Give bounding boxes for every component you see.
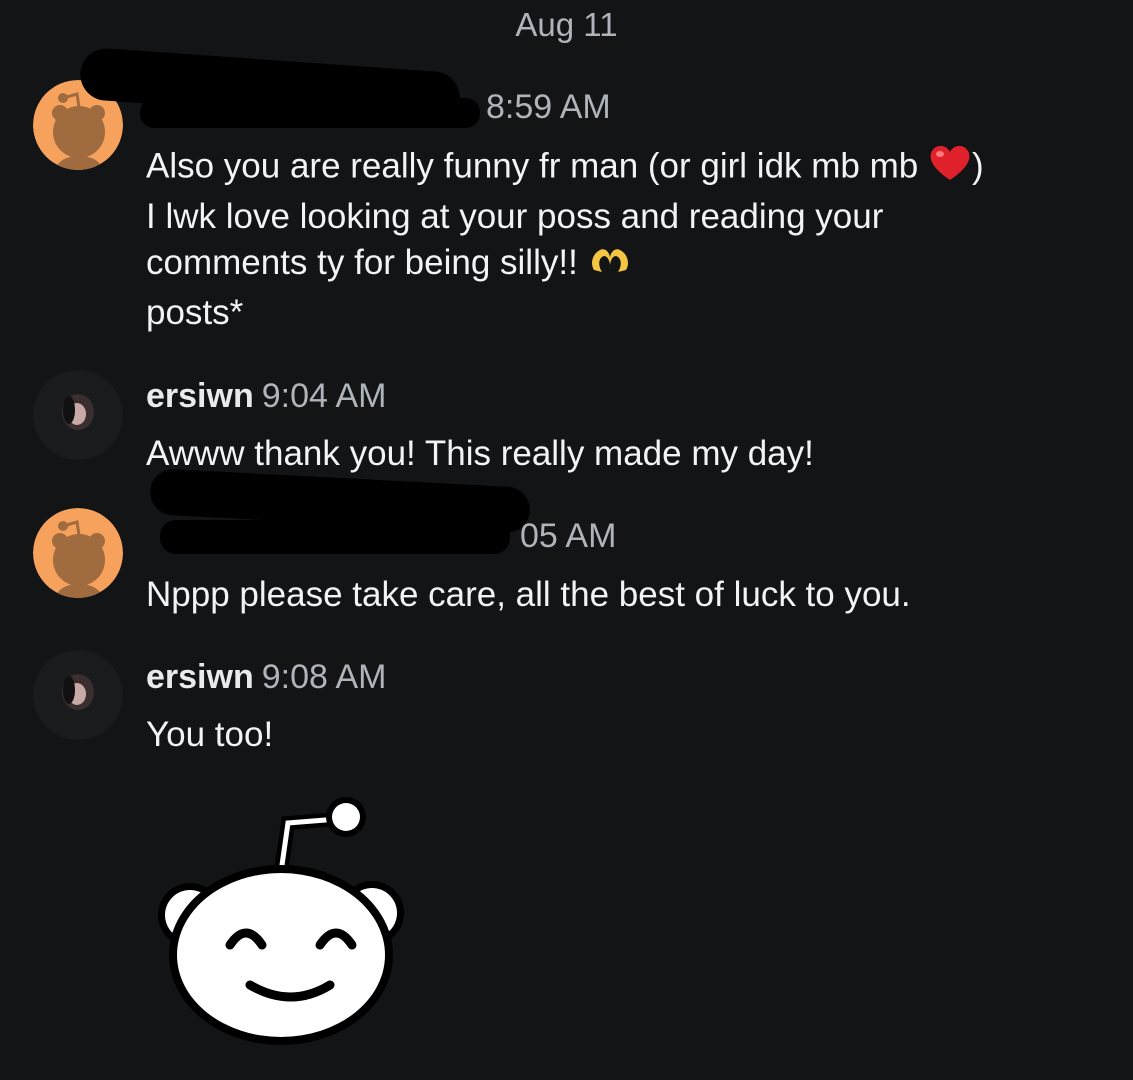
message-text: Nppp please take care, all the best of l…	[146, 575, 911, 614]
sender-avatar[interactable]	[33, 370, 123, 460]
message-text: You too!	[146, 715, 274, 754]
red-heart-icon	[928, 142, 972, 194]
redaction-scribble	[140, 98, 480, 128]
timestamp: 05 AM	[520, 517, 617, 555]
user-photo-avatar	[33, 650, 123, 740]
message-header: ersiwn 9:04 AM	[146, 377, 386, 416]
message-header: ersiwn 9:08 AM	[146, 658, 386, 697]
message-text-followup: posts*	[146, 293, 244, 332]
user-photo-avatar	[33, 370, 123, 460]
sticker-message[interactable]	[150, 795, 420, 1055]
message-text: Awww thank you! This really made my day!	[146, 434, 814, 473]
username[interactable]: ersiwn	[146, 658, 254, 696]
reddit-snoo-avatar-icon	[33, 508, 123, 598]
sender-avatar[interactable]	[33, 508, 123, 598]
timestamp: 9:04 AM	[261, 377, 387, 415]
timestamp: 8:59 AM	[486, 88, 611, 126]
username[interactable]: ersiwn	[146, 377, 254, 415]
message-text: Also you are really funny fr man (or gir…	[146, 142, 984, 288]
sender-avatar[interactable]	[33, 650, 123, 740]
date-divider: Aug 11	[515, 6, 618, 43]
heart-hands-icon	[588, 242, 632, 288]
redaction-scribble	[160, 520, 510, 554]
smiling-snoo-sticker-icon	[158, 797, 404, 1045]
timestamp: 9:08 AM	[261, 658, 387, 696]
